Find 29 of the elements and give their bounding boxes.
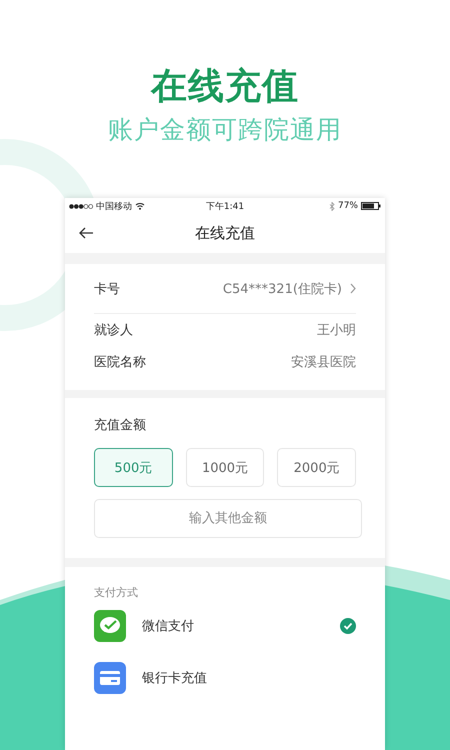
amount-option[interactable]: 1000元: [186, 448, 264, 487]
section-title: 支付方式: [94, 585, 139, 600]
field-value: C54***321(住院卡): [222, 280, 342, 298]
signal-icon: [69, 204, 93, 208]
field-label: 就诊人: [94, 322, 133, 339]
field-value: 安溪县医院: [291, 354, 356, 371]
back-arrow-icon[interactable]: [79, 227, 94, 239]
page-title: 在线充值: [195, 224, 255, 243]
payment-method-label[interactable]: 银行卡充值: [142, 669, 324, 687]
credit-card-icon: [94, 662, 126, 694]
chevron-right-icon[interactable]: [350, 283, 356, 294]
headline: 在线充值: [151, 65, 299, 109]
battery-icon: [361, 202, 381, 210]
field-label: 医院名称: [94, 354, 146, 371]
amount-option[interactable]: 500元: [94, 448, 173, 487]
field-label: 卡号: [94, 280, 120, 298]
payment-method-label[interactable]: 微信支付: [142, 617, 324, 635]
time-text: 下午1:41: [206, 200, 244, 212]
carrier-text: 中国移动: [96, 200, 132, 212]
amount-input-field[interactable]: 输入其他金额: [94, 499, 362, 538]
section-title: 充值金额: [94, 417, 147, 434]
field-value: 王小明: [317, 322, 356, 339]
check-circle-icon[interactable]: [340, 618, 356, 634]
subtitle: 账户金额可跨院通用: [108, 114, 342, 146]
chat-bubble-icon: [94, 610, 126, 642]
amount-option[interactable]: 2000元: [277, 448, 356, 487]
battery-text: 77%: [338, 201, 358, 211]
wifi-icon: [135, 202, 145, 210]
bluetooth-icon: [328, 202, 335, 210]
